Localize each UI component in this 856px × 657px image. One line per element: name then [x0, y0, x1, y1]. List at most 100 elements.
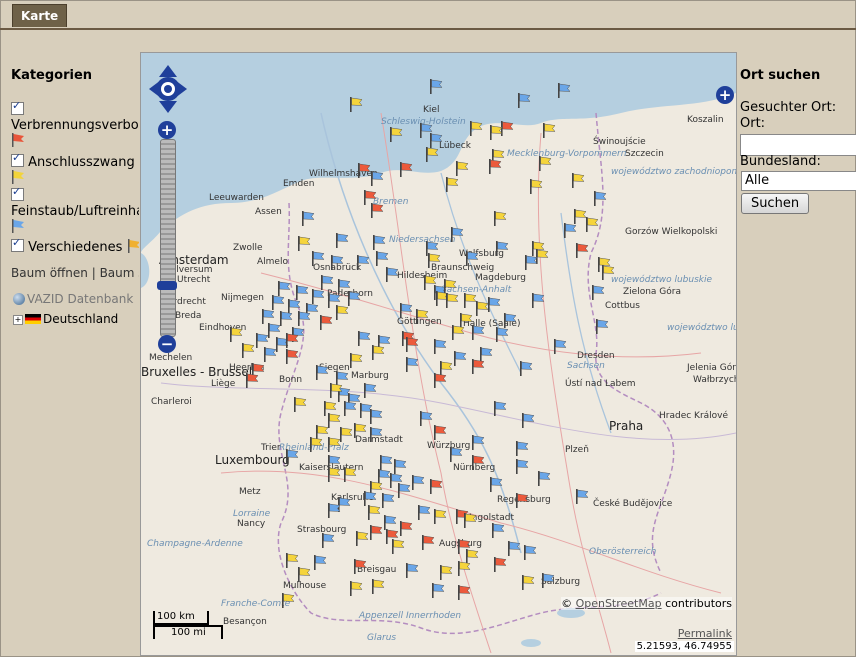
- blue-flag-marker[interactable]: [315, 365, 329, 380]
- yellow-flag-marker[interactable]: [601, 265, 615, 280]
- yellow-flag-marker[interactable]: [349, 581, 363, 596]
- blue-flag-marker[interactable]: [263, 347, 277, 362]
- zoom-slider-handle[interactable]: [157, 281, 177, 290]
- blue-flag-marker[interactable]: [311, 289, 325, 304]
- tree-root[interactable]: VAZID Datenbank: [13, 292, 133, 306]
- blue-flag-marker[interactable]: [330, 255, 344, 270]
- blue-flag-marker[interactable]: [301, 211, 315, 226]
- blue-flag-marker[interactable]: [591, 285, 605, 300]
- blue-flag-marker[interactable]: [383, 515, 397, 530]
- yellow-flag-marker[interactable]: [585, 217, 599, 232]
- yellow-flag-marker[interactable]: [529, 179, 543, 194]
- blue-flag-marker[interactable]: [295, 285, 309, 300]
- blue-flag-marker[interactable]: [369, 409, 383, 424]
- blue-flag-marker[interactable]: [429, 133, 443, 148]
- yellow-flag-marker[interactable]: [415, 309, 429, 324]
- blue-flag-marker[interactable]: [363, 491, 377, 506]
- blue-flag-marker[interactable]: [431, 583, 445, 598]
- red-flag-marker[interactable]: [457, 585, 471, 600]
- blue-flag-marker[interactable]: [277, 281, 291, 296]
- blue-flag-marker[interactable]: [575, 489, 589, 504]
- blue-flag-marker[interactable]: [515, 441, 529, 456]
- yellow-flag-marker[interactable]: [571, 173, 585, 188]
- blue-flag-marker[interactable]: [517, 93, 531, 108]
- yellow-flag-marker[interactable]: [538, 156, 552, 171]
- blue-flag-marker[interactable]: [553, 339, 567, 354]
- blue-flag-marker[interactable]: [381, 493, 395, 508]
- search-button[interactable]: Suchen: [741, 193, 809, 214]
- yellow-flag-marker[interactable]: [455, 161, 469, 176]
- yellow-flag-marker[interactable]: [327, 467, 341, 482]
- blue-flag-marker[interactable]: [297, 311, 311, 326]
- yellow-flag-marker[interactable]: [445, 293, 459, 308]
- blue-flag-marker[interactable]: [524, 255, 538, 270]
- blue-flag-marker[interactable]: [487, 297, 501, 312]
- pan-arrows-icon[interactable]: [149, 63, 187, 115]
- blue-flag-marker[interactable]: [343, 401, 357, 416]
- blue-flag-marker[interactable]: [370, 171, 384, 186]
- yellow-flag-marker[interactable]: [371, 345, 385, 360]
- blue-flag-marker[interactable]: [255, 333, 269, 348]
- blue-flag-marker[interactable]: [541, 573, 555, 588]
- red-flag-marker[interactable]: [370, 203, 384, 218]
- blue-flag-marker[interactable]: [399, 303, 413, 318]
- blue-flag-marker[interactable]: [405, 563, 419, 578]
- blue-flag-marker[interactable]: [320, 275, 334, 290]
- permalink-link[interactable]: Permalink: [678, 627, 732, 640]
- blue-flag-marker[interactable]: [372, 235, 386, 250]
- blue-flag-marker[interactable]: [507, 541, 521, 556]
- blue-flag-marker[interactable]: [267, 323, 281, 338]
- yellow-flag-marker[interactable]: [493, 211, 507, 226]
- blue-flag-marker[interactable]: [363, 383, 377, 398]
- blue-flag-marker[interactable]: [493, 401, 507, 416]
- yellow-flag-marker[interactable]: [339, 427, 353, 442]
- blue-flag-marker[interactable]: [379, 455, 393, 470]
- category-checkbox[interactable]: [11, 185, 24, 201]
- red-flag-marker[interactable]: [515, 493, 529, 508]
- osm-link[interactable]: OpenStreetMap: [576, 597, 662, 610]
- category-checkbox[interactable]: [11, 99, 24, 115]
- yellow-flag-marker[interactable]: [297, 236, 311, 251]
- blue-flag-marker[interactable]: [465, 251, 479, 266]
- blue-flag-marker[interactable]: [595, 319, 609, 334]
- yellow-flag-marker[interactable]: [297, 567, 311, 582]
- red-flag-marker[interactable]: [433, 425, 447, 440]
- red-flag-marker[interactable]: [429, 479, 443, 494]
- yellow-flag-marker[interactable]: [463, 513, 477, 528]
- blue-flag-marker[interactable]: [495, 241, 509, 256]
- red-flag-marker[interactable]: [245, 373, 259, 388]
- blue-flag-marker[interactable]: [429, 79, 443, 94]
- yellow-flag-marker[interactable]: [521, 575, 535, 590]
- pan-control[interactable]: [149, 63, 187, 115]
- yellow-flag-marker[interactable]: [293, 397, 307, 412]
- blue-flag-marker[interactable]: [279, 311, 293, 326]
- yellow-flag-marker[interactable]: [329, 383, 343, 398]
- red-flag-marker[interactable]: [399, 162, 413, 177]
- tree-item-deutschland[interactable]: + Deutschland: [13, 312, 118, 326]
- red-flag-marker[interactable]: [285, 333, 299, 348]
- yellow-flag-marker[interactable]: [349, 353, 363, 368]
- blue-flag-marker[interactable]: [397, 483, 411, 498]
- blue-flag-marker[interactable]: [523, 545, 537, 560]
- yellow-flag-marker[interactable]: [389, 127, 403, 142]
- yellow-flag-marker[interactable]: [309, 437, 323, 452]
- blue-flag-marker[interactable]: [285, 449, 299, 464]
- zoom-in-button[interactable]: +: [158, 121, 176, 139]
- yellow-flag-marker[interactable]: [445, 177, 459, 192]
- state-select[interactable]: Alle: [741, 171, 856, 191]
- yellow-flag-marker[interactable]: [427, 253, 441, 268]
- blue-flag-marker[interactable]: [593, 191, 607, 206]
- red-flag-marker[interactable]: [488, 159, 502, 174]
- blue-flag-marker[interactable]: [515, 459, 529, 474]
- yellow-flag-marker[interactable]: [439, 565, 453, 580]
- red-flag-marker[interactable]: [399, 521, 413, 536]
- blue-flag-marker[interactable]: [531, 293, 545, 308]
- yellow-flag-marker[interactable]: [451, 325, 465, 340]
- yellow-flag-marker[interactable]: [433, 509, 447, 524]
- yellow-flag-marker[interactable]: [489, 125, 503, 140]
- yellow-flag-marker[interactable]: [425, 147, 439, 162]
- blue-flag-marker[interactable]: [495, 327, 509, 342]
- place-input[interactable]: [740, 134, 856, 156]
- blue-flag-marker[interactable]: [375, 251, 389, 266]
- yellow-flag-marker[interactable]: [542, 123, 556, 138]
